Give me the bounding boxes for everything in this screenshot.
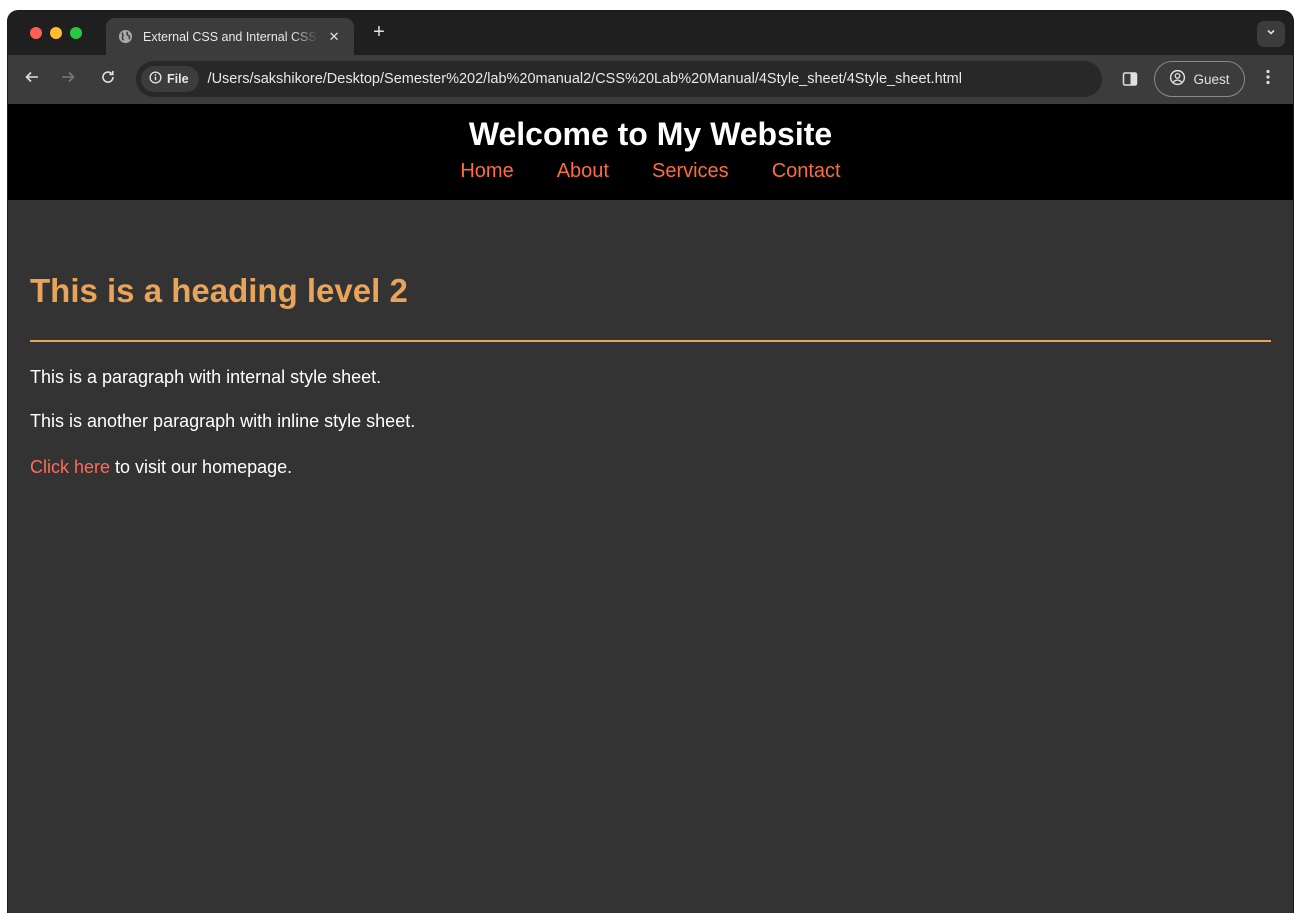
- browser-window: External CSS and Internal CSS ✕ + File /…: [8, 11, 1293, 913]
- profile-button[interactable]: Guest: [1154, 61, 1245, 97]
- arrow-right-icon: [60, 69, 76, 90]
- arrow-left-icon: [24, 69, 40, 90]
- address-bar[interactable]: File /Users/sakshikore/Desktop/Semester%…: [136, 61, 1102, 97]
- main-content: This is a heading level 2 This is a para…: [8, 272, 1293, 478]
- reload-button[interactable]: [98, 69, 118, 89]
- new-tab-button[interactable]: +: [368, 21, 390, 43]
- profile-icon: [1169, 69, 1186, 89]
- nav-link-services[interactable]: Services: [652, 159, 729, 183]
- url-text: /Users/sakshikore/Desktop/Semester%202/l…: [207, 71, 962, 87]
- info-icon: [149, 71, 162, 87]
- tab-strip: External CSS and Internal CSS ✕ +: [8, 11, 1293, 55]
- homepage-link[interactable]: Click here: [30, 457, 110, 477]
- profile-label: Guest: [1193, 71, 1230, 87]
- side-panel-icon: [1121, 72, 1139, 92]
- close-window-button[interactable]: [30, 27, 42, 39]
- nav-link-home[interactable]: Home: [460, 159, 513, 183]
- paragraph-internal: This is a paragraph with internal style …: [30, 367, 382, 387]
- site-chip-label: File: [167, 72, 189, 86]
- site-nav: Home About Services Contact: [8, 159, 1293, 183]
- page-heading: This is a heading level 2: [30, 272, 408, 309]
- page-viewport: Welcome to My Website Home About Service…: [8, 104, 1293, 913]
- maximize-window-button[interactable]: [70, 27, 82, 39]
- globe-icon: [118, 29, 133, 44]
- browser-toolbar: File /Users/sakshikore/Desktop/Semester%…: [8, 55, 1293, 104]
- paragraph-link: Click here to visit our homepage.: [30, 456, 1271, 478]
- tab-title: External CSS and Internal CSS: [143, 29, 317, 44]
- back-button[interactable]: [22, 69, 42, 89]
- browser-menu-button[interactable]: [1260, 69, 1276, 89]
- forward-button[interactable]: [58, 69, 78, 89]
- paragraph-inline: This is another paragraph with inline st…: [30, 411, 416, 431]
- nav-link-about[interactable]: About: [557, 159, 609, 183]
- close-tab-icon[interactable]: ✕: [326, 29, 342, 45]
- site-title: Welcome to My Website: [468, 116, 833, 152]
- nav-link-contact[interactable]: Contact: [772, 159, 841, 183]
- tab-active[interactable]: External CSS and Internal CSS ✕: [106, 18, 354, 55]
- reload-icon: [100, 69, 116, 90]
- chevron-down-icon: [1265, 25, 1277, 43]
- link-suffix-text: to visit our homepage.: [110, 457, 293, 477]
- side-panel-button[interactable]: [1121, 70, 1139, 88]
- more-vertical-icon: [1266, 69, 1270, 90]
- site-header: Welcome to My Website Home About Service…: [8, 104, 1293, 200]
- tab-search-button[interactable]: [1257, 21, 1285, 47]
- minimize-window-button[interactable]: [50, 27, 62, 39]
- heading-divider: [30, 340, 1271, 342]
- site-info-chip[interactable]: File: [141, 66, 199, 92]
